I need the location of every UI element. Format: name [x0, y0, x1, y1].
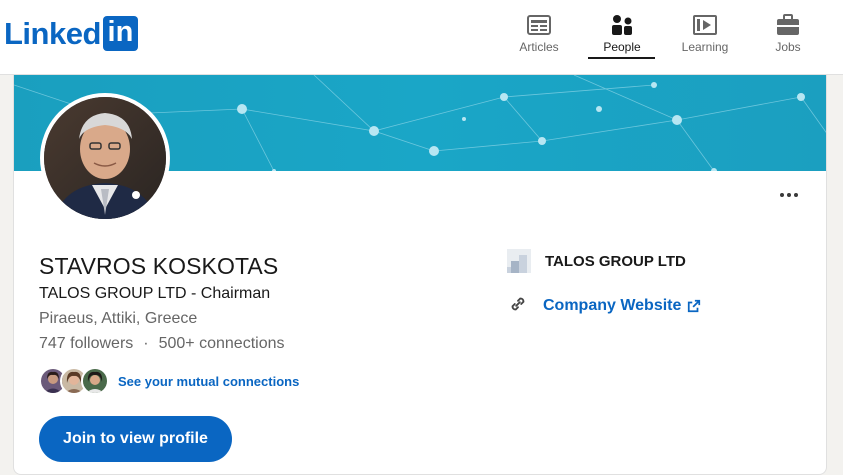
company-website-label: Company Website: [543, 297, 682, 314]
profile-stats: 747 followers · 500+ connections: [39, 335, 284, 353]
dot: [794, 193, 798, 197]
top-navigation-bar: Linked in Articles People Learning Jobs: [0, 0, 843, 75]
nav-label: People: [603, 40, 641, 54]
profile-location: Piraeus, Attiki, Greece: [39, 310, 198, 327]
join-to-view-profile-button[interactable]: Join to view profile: [39, 416, 232, 462]
nav-learning[interactable]: Learning: [671, 0, 739, 60]
learning-icon: [692, 12, 718, 38]
profile-card: STAVROS KOSKOTAS TALOS GROUP LTD - Chair…: [13, 75, 827, 475]
followers-count: 747 followers: [39, 335, 134, 352]
see-mutual-connections-link[interactable]: See your mutual connections: [118, 374, 299, 389]
mutual-avatar: [81, 367, 109, 395]
company-website-link[interactable]: Company Website: [507, 293, 701, 319]
logo-in-box: in: [102, 15, 138, 51]
dot: [787, 193, 791, 197]
company-logo-icon: [507, 249, 531, 273]
articles-icon: [526, 12, 552, 38]
profile-avatar[interactable]: [40, 93, 170, 223]
nav-label: Learning: [681, 40, 729, 54]
people-icon: [609, 12, 635, 38]
nav-articles[interactable]: Articles: [505, 0, 573, 60]
dot: [780, 193, 784, 197]
nav-label: Jobs: [775, 40, 801, 54]
profile-headline: TALOS GROUP LTD - Chairman: [39, 285, 271, 302]
briefcase-icon: [775, 12, 801, 38]
nav-label: Articles: [519, 40, 559, 54]
mutual-avatars: [39, 367, 109, 395]
nav-jobs[interactable]: Jobs: [754, 0, 822, 60]
current-company[interactable]: TALOS GROUP LTD: [507, 248, 686, 274]
profile-name: STAVROS KOSKOTAS: [39, 253, 279, 279]
connections-count: 500+ connections: [158, 335, 285, 352]
external-link-icon: [687, 299, 701, 313]
link-icon: [507, 293, 529, 320]
mutual-connections[interactable]: See your mutual connections: [39, 365, 299, 397]
nav-people[interactable]: People: [588, 0, 656, 60]
company-name: TALOS GROUP LTD: [545, 252, 686, 270]
more-options-button[interactable]: [774, 185, 804, 205]
linkedin-logo[interactable]: Linked in: [4, 15, 138, 51]
active-tab-indicator: [588, 57, 655, 59]
stats-separator: ·: [143, 335, 149, 352]
logo-wordmark: Linked: [4, 15, 101, 51]
